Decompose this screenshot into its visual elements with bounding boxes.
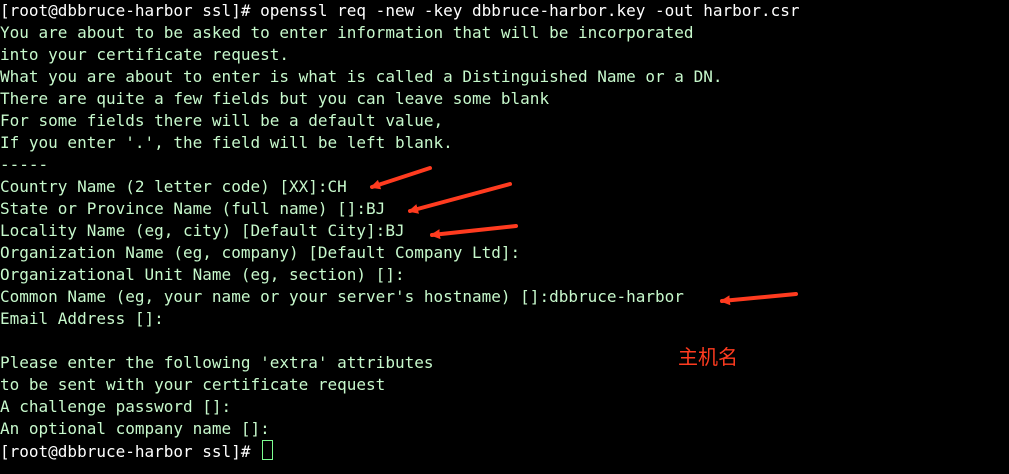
output-line: For some fields there will be a default … bbox=[0, 111, 444, 130]
common-name-line: Common Name (eg, your name or your serve… bbox=[0, 287, 684, 306]
organizational-unit-line: Organizational Unit Name (eg, section) [… bbox=[0, 265, 405, 284]
cursor-icon[interactable] bbox=[262, 440, 274, 460]
command-line: [root@dbbruce-harbor ssl]# openssl req -… bbox=[0, 1, 800, 20]
country-name-line: Country Name (2 letter code) [XX]:CH bbox=[0, 177, 347, 196]
output-line: to be sent with your certificate request bbox=[0, 375, 386, 394]
state-name-line: State or Province Name (full name) []:BJ bbox=[0, 199, 386, 218]
organization-name-line: Organization Name (eg, company) [Default… bbox=[0, 243, 521, 262]
output-line: There are quite a few fields but you can… bbox=[0, 89, 550, 108]
locality-name-line: Locality Name (eg, city) [Default City]:… bbox=[0, 221, 405, 240]
terminal-output: [root@dbbruce-harbor ssl]# openssl req -… bbox=[0, 0, 800, 462]
challenge-password-line: A challenge password []: bbox=[0, 397, 232, 416]
output-line: into your certificate request. bbox=[0, 45, 289, 64]
email-address-line: Email Address []: bbox=[0, 309, 164, 328]
optional-company-line: An optional company name []: bbox=[0, 419, 270, 438]
prompt-line[interactable]: [root@dbbruce-harbor ssl]# bbox=[0, 440, 800, 462]
terminal-window[interactable]: [root@dbbruce-harbor ssl]# openssl req -… bbox=[0, 0, 1009, 474]
output-line: If you enter '.', the field will be left… bbox=[0, 133, 453, 152]
output-line: What you are about to enter is what is c… bbox=[0, 67, 723, 86]
separator-line: ----- bbox=[0, 155, 49, 174]
shell-prompt: [root@dbbruce-harbor ssl]# bbox=[0, 442, 261, 461]
hostname-annotation: 主机名 bbox=[678, 345, 738, 369]
output-line: You are about to be asked to enter infor… bbox=[0, 23, 694, 42]
